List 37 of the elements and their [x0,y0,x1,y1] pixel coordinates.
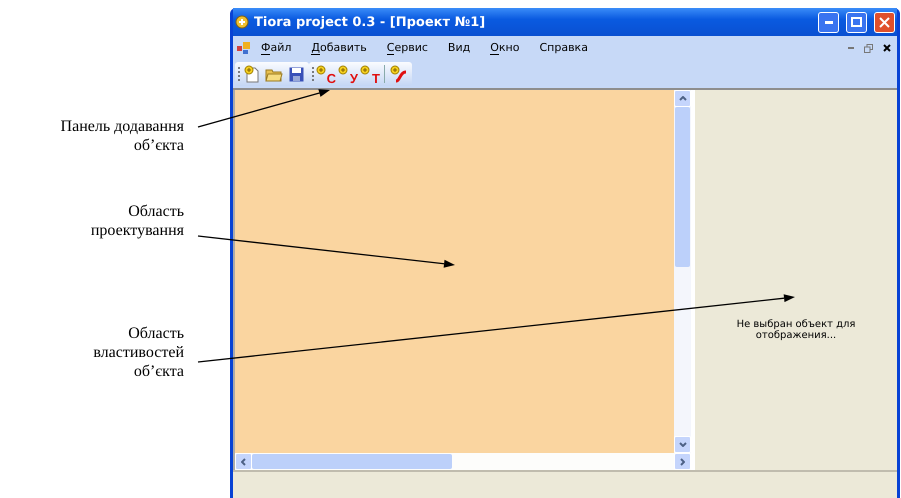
curve-icon [390,65,408,83]
restore-icon[interactable] [864,44,873,52]
horizontal-scrollbar[interactable] [235,453,691,470]
vertical-scrollbar[interactable] [674,90,691,453]
window-title: Tiora project 0.3 - [Проект №1] [254,14,486,30]
callout-label: Панель додавання об’єкта [60,117,184,155]
plus-icon [316,65,326,75]
menu-item[interactable]: Вид [438,38,480,58]
plus-icon [360,65,370,75]
menu-item[interactable]: Файл [251,38,302,58]
maximize-button[interactable] [846,12,867,32]
menu-item[interactable]: Окно [480,38,530,58]
scroll-down-icon[interactable] [678,442,686,447]
add-element-button[interactable]: У [338,64,358,84]
close-button[interactable] [874,12,895,32]
new-file-icon [244,65,260,83]
maximize-icon [851,17,862,27]
scroll-up-icon[interactable] [678,96,686,101]
add-curve-button[interactable] [389,64,409,84]
folder-icon [265,66,283,82]
menu-item[interactable]: Добавить [301,38,377,58]
menu-item[interactable]: Сервис [376,38,438,58]
document-icon [237,42,251,54]
add-element-button[interactable]: Т [360,64,380,84]
callout-label: Область властивостей об’єкта [93,324,184,381]
close-icon[interactable] [883,44,891,52]
scroll-left-icon[interactable] [241,458,246,466]
minimize-icon [824,20,832,24]
add-element-button[interactable]: С [316,64,336,84]
scroll-right-icon[interactable] [680,458,685,466]
plus-icon [338,65,348,75]
app-icon [235,15,249,29]
menu-item[interactable]: Справка [529,38,598,58]
empty-message: Не выбран объект для отображения... [736,318,856,341]
close-icon [879,16,890,28]
callout-label: Область проектування [90,202,184,240]
minimize-button[interactable] [818,12,839,32]
